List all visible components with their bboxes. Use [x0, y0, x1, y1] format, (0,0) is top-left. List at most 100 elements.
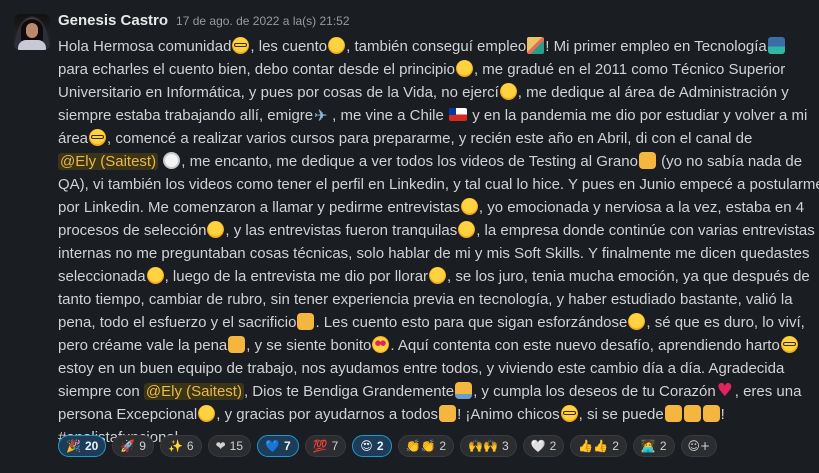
message-text: internas no me preguntaban cosas técnica…: [58, 245, 810, 262]
reaction-chip[interactable]: 🤍 2: [522, 435, 565, 457]
message-text: , y cumpla los deseos de tu Corazón: [473, 383, 716, 400]
message-text: pero créame vale la pena: [58, 337, 228, 354]
message-line: persona Excepcional , y gracias por ayuda…: [58, 403, 806, 426]
message-text: seleccionada: [58, 268, 146, 285]
message-text: , me vine a Chile: [332, 107, 449, 124]
message-text: tanto tiempo, cambiar de rubro, sin tene…: [58, 291, 793, 308]
reaction-chip[interactable]: 🧑‍💻 2: [632, 435, 675, 457]
message-text: , eres una: [734, 383, 802, 400]
user-mention[interactable]: @Ely (Saitest): [143, 383, 244, 400]
message-line: tanto tiempo, cambiar de rubro, sin tene…: [58, 288, 806, 311]
emoji-icon: [628, 313, 646, 330]
rocket-icon: 🚀: [120, 439, 136, 453]
message-text: QA), vi también los videos como tener el…: [58, 176, 819, 193]
message-text: estoy en un buen equipo de trabajo, nos …: [58, 360, 785, 377]
message-text: , también conseguí empleo: [346, 38, 527, 55]
message-body: Hola Hermosa comunidad , les cuento , tamb…: [58, 35, 819, 449]
message-text: ! ¡Animo chicos: [457, 406, 560, 423]
timestamp[interactable]: 17 de ago. de 2022 a la(s) 21:52: [176, 14, 349, 28]
red-heart-icon: ❤: [215, 439, 226, 453]
reaction-chip[interactable]: ✨ 6: [159, 435, 202, 457]
reaction-chip[interactable]: 😍 2: [352, 435, 392, 457]
message-text: [158, 153, 162, 170]
message-text: , comencé a realizar varios cursos para …: [107, 130, 753, 147]
reaction-count: 7: [331, 439, 339, 453]
emoji-icon: [228, 336, 246, 353]
reaction-count: 9: [139, 439, 146, 453]
emoji-icon: [198, 405, 216, 422]
reaction-count: 15: [229, 439, 244, 453]
reactions-bar: 🎉 20 🚀 9 ✨ 6 ❤ 15 💙 7 💯 7 😍 2 👏👏 2 🙌🙌 3 🤍 2 👍👍 2 🧑‍💻 2 ☺+: [58, 435, 718, 457]
message-text: área: [58, 130, 89, 147]
thumbs-up-icon: 👍👍: [578, 439, 609, 453]
message-line: pena, todo el esfuerzo y el sacrificio . …: [58, 311, 806, 334]
message-text: , sé que es duro, lo viví,: [646, 314, 805, 331]
message-text: y en la pandemia me dio por estudiar y v…: [468, 107, 808, 124]
author-name[interactable]: Genesis Castro: [58, 12, 168, 29]
blue-heart-icon: 💙: [265, 439, 280, 453]
avatar[interactable]: [14, 14, 50, 50]
reaction-count: 2: [612, 439, 619, 453]
emoji-icon: [372, 336, 390, 353]
message-text: , y gracias por ayudarnos a todos: [216, 406, 439, 423]
message-text: , y se siente bonito: [246, 337, 372, 354]
reaction-chip[interactable]: 💯 7: [304, 435, 347, 457]
message-line: seleccionada , luego de la entrevista me …: [58, 265, 810, 288]
reaction-chip[interactable]: 🎉 20: [58, 435, 107, 457]
emoji-icon: [455, 382, 473, 399]
emoji-icon: [638, 152, 656, 169]
emoji-icon: [207, 221, 225, 238]
reaction-count: 20: [84, 439, 99, 453]
emoji-icon: [429, 267, 447, 284]
reaction-chip[interactable]: 👏👏 2: [397, 435, 455, 457]
emoji-icon: [527, 37, 545, 54]
heart-eyes-icon: 😍: [360, 439, 373, 453]
emoji-icon: [664, 405, 682, 422]
emoji-icon: [458, 221, 476, 238]
emoji-icon: [314, 104, 331, 127]
reaction-chip[interactable]: 💙 7: [257, 435, 299, 457]
technologist-icon: 🧑‍💻: [640, 439, 656, 453]
reaction-chip[interactable]: 🚀 9: [112, 435, 154, 457]
message-line: para echarles el cuento bien, debo conta…: [58, 58, 806, 81]
message-text: , me gradué en el 2011 como Técnico Supe…: [473, 61, 786, 78]
message-line: procesos de selección , y las entrevistas…: [58, 219, 815, 242]
message-text: pena, todo el esfuerzo y el sacrificio: [58, 314, 297, 331]
message-text: , Dios te Bendiga Grandemente: [243, 383, 455, 400]
message-text: persona Excepcional: [58, 406, 198, 423]
emoji-icon: [89, 129, 107, 146]
message-header: Genesis Castro 17 de ago. de 2022 a la(s…: [58, 12, 806, 32]
add-emoji-icon: ☺+: [687, 439, 711, 453]
message-text: , la empresa donde continúe con varias e…: [476, 222, 815, 239]
emoji-icon: [767, 37, 785, 54]
message-text: (yo no sabía nada de: [656, 153, 803, 170]
reaction-count: 2: [376, 439, 384, 453]
reaction-chip[interactable]: ❤ 15: [207, 435, 252, 457]
message-text: Universitario en Informática, y pues por…: [58, 84, 499, 101]
message-line: siempre con @Ely (Saitest), Dios te Bend…: [58, 379, 806, 403]
emoji-icon: [560, 405, 578, 422]
add-reaction-button[interactable]: ☺+: [680, 435, 718, 457]
reaction-count: 7: [283, 439, 291, 453]
message-text: , yo emocionada y nerviosa a la vez, est…: [478, 199, 805, 216]
reaction-chip[interactable]: 🙌🙌 3: [460, 435, 517, 457]
party-popper-icon: 🎉: [66, 439, 81, 453]
emoji-icon: [146, 267, 164, 284]
message-line: Hola Hermosa comunidad , les cuento , tamb…: [58, 35, 806, 58]
message-line: pero créame vale la pena , y se siente bo…: [58, 334, 806, 357]
reaction-count: 3: [501, 439, 509, 453]
emoji-icon: [163, 152, 181, 169]
emoji-icon: [455, 60, 473, 77]
emoji-icon: [460, 198, 478, 215]
message-text: , me dedique al área de Administración y: [517, 84, 789, 101]
clapping-hands-icon: 👏👏: [405, 439, 436, 453]
message-text: , si se puede: [578, 406, 664, 423]
message-text: . Les cuento esto para que sigan esforzá…: [315, 314, 628, 331]
message-line: estoy en un buen equipo de trabajo, nos …: [58, 357, 806, 380]
reaction-chip[interactable]: 👍👍 2: [570, 435, 627, 457]
message-text: siempre estaba trabajando allí, emigre: [58, 107, 314, 124]
message: Genesis Castro 17 de ago. de 2022 a la(s…: [0, 0, 819, 473]
message-text: ! Mi primer empleo en Tecnología: [545, 38, 767, 55]
raising-hands-icon: 🙌🙌: [468, 439, 498, 453]
user-mention[interactable]: @Ely (Saitest): [58, 153, 159, 170]
